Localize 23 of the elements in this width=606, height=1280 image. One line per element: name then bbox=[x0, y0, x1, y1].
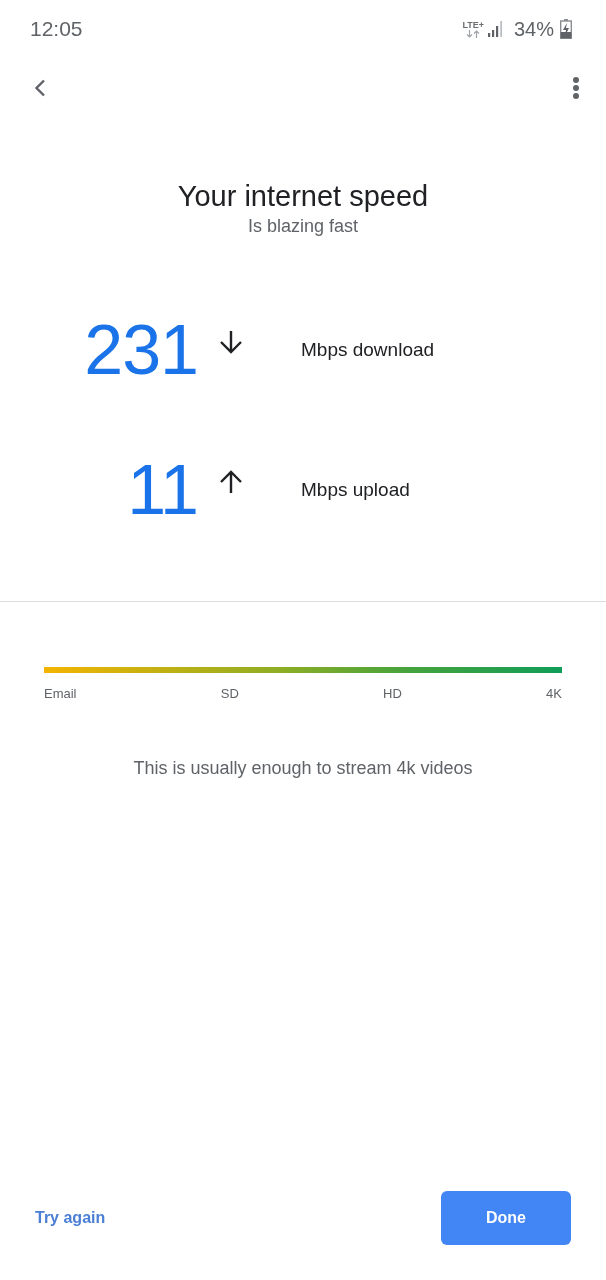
data-arrows-icon bbox=[466, 30, 481, 38]
up-arrow-icon bbox=[218, 469, 244, 495]
speed-value: 231 bbox=[83, 315, 198, 385]
battery-charging-icon bbox=[560, 19, 572, 39]
scale-label: 4K bbox=[546, 686, 562, 702]
speed-unit-label: Mbps upload bbox=[301, 478, 410, 502]
page-subtitle: Is blazing fast bbox=[246, 215, 360, 238]
more-options-icon[interactable] bbox=[572, 77, 580, 99]
battery-percent: 34% bbox=[513, 17, 554, 41]
speed-unit-label: Mbps download bbox=[301, 338, 435, 362]
summary-text: This is usually enough to stream 4k videos bbox=[132, 757, 474, 780]
done-button[interactable]: Done bbox=[441, 1191, 571, 1245]
back-icon[interactable] bbox=[34, 79, 46, 97]
scale-label: HD bbox=[383, 686, 402, 702]
scale-label: SD bbox=[220, 686, 239, 702]
down-arrow-icon bbox=[218, 329, 244, 355]
page-title: Your internet speed bbox=[176, 179, 430, 214]
signal-icon bbox=[487, 21, 504, 37]
network-type-label: LTE+ bbox=[462, 20, 484, 30]
speed-value: 11 bbox=[126, 455, 198, 525]
status-time: 12:05 bbox=[30, 17, 84, 41]
scale-label: Email bbox=[44, 686, 77, 702]
try-again-button[interactable]: Try again bbox=[35, 1208, 106, 1228]
